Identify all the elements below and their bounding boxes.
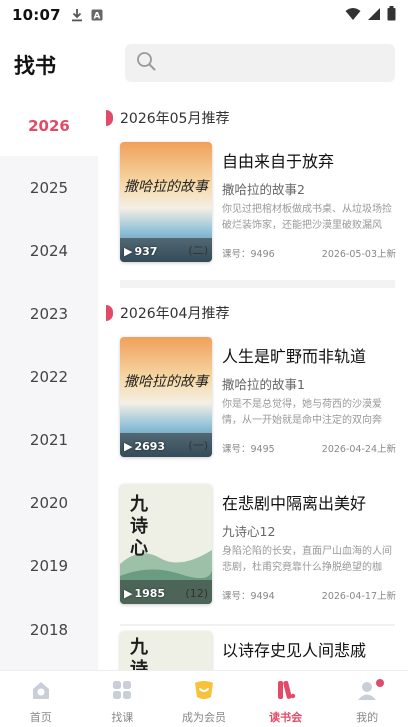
lesson-number: 课号：9495 — [222, 444, 275, 455]
month-marker — [106, 110, 113, 126]
publish-date: 2026-04-17上新 — [321, 591, 396, 602]
nav-label: 找课 — [111, 711, 134, 724]
book-description: 你是不是总觉得，她与荷西的沙漠爱情，从一开始就是命中注定的双向奔赴… — [222, 399, 382, 426]
nav-courses[interactable]: 找课 — [82, 671, 164, 727]
home-icon — [30, 679, 52, 705]
book-cover[interactable]: 撒哈拉的故事 ▶ 2693 (一) — [120, 337, 212, 457]
book-club-icon — [275, 679, 297, 705]
notification-badge — [375, 679, 384, 687]
book-title: 人生是旷野而非轨道 — [222, 347, 367, 366]
month-title: 2026年04月推荐 — [120, 306, 230, 322]
month-header: 2026年04月推荐 — [98, 301, 229, 325]
play-icon: ▶ — [124, 587, 133, 600]
play-count: ▶ 937 — [124, 245, 158, 258]
book-description: 你见过把棺材板做成书桌、从垃圾场捡破烂装饰家，还能把沙漠里破败漏风的… — [222, 204, 392, 231]
year-item-2025[interactable]: 2025 — [0, 158, 98, 218]
lesson-number: 课号：9496 — [222, 249, 275, 260]
publish-date: 2026-04-24上新 — [321, 444, 396, 455]
book-meta: 课号：9496 2026-05-03上新 — [222, 246, 396, 260]
status-time: 10:07 — [12, 6, 61, 24]
svg-text:A: A — [93, 12, 100, 22]
lesson-number: 课号：9494 — [222, 591, 275, 602]
year-item-2024[interactable]: 2024 — [0, 221, 98, 281]
year-item-2023[interactable]: 2023 — [0, 284, 98, 344]
download-icon — [71, 8, 83, 22]
nav-label: 我的 — [356, 711, 379, 724]
book-cover[interactable]: 九诗 — [120, 631, 212, 670]
search-input[interactable] — [125, 44, 395, 82]
book-title: 在悲剧中隔离出美好 — [222, 494, 367, 513]
volume-label: (一) — [188, 439, 208, 452]
book-meta: 课号：9495 2026-04-24上新 — [222, 441, 396, 455]
nav-profile[interactable]: 我的 — [326, 671, 408, 727]
book-card[interactable]: 九诗 以诗存史见人间悲戚 — [120, 631, 400, 670]
play-icon: ▶ — [124, 245, 133, 258]
year-sidebar: 2026 2025 2024 2023 2022 2021 2020 2019 … — [0, 96, 98, 670]
play-count: ▶ 2693 — [124, 440, 166, 453]
nav-label: 成为会员 — [181, 711, 226, 724]
battery-icon — [387, 6, 396, 25]
volume-label: (二) — [188, 244, 208, 257]
grid-icon — [111, 679, 133, 705]
year-item-2026[interactable]: 2026 — [0, 96, 98, 156]
year-item-2019[interactable]: 2019 — [0, 536, 98, 596]
status-bar: 10:07 A — [0, 0, 408, 30]
nav-label: 首页 — [29, 711, 52, 724]
book-card[interactable]: 撒哈拉的故事 ▶ 2693 (一) 人生是旷野而非轨道 撒哈拉的故事1 你是不是… — [120, 337, 400, 461]
cover-title: 撒哈拉的故事 — [124, 374, 208, 390]
divider — [120, 280, 395, 288]
book-subtitle: 撒哈拉的故事1 — [222, 377, 305, 392]
book-title: 自由来自于放弃 — [222, 152, 335, 171]
book-subtitle: 九诗心12 — [222, 524, 276, 539]
wifi-icon — [345, 6, 361, 25]
month-title: 2026年05月推荐 — [120, 111, 230, 127]
nav-home[interactable]: 首页 — [0, 671, 82, 727]
play-icon: ▶ — [124, 440, 133, 453]
year-item-2022[interactable]: 2022 — [0, 347, 98, 407]
book-card[interactable]: 撒哈拉的故事 ▶ 937 (二) 自由来自于放弃 撒哈拉的故事2 你见过把棺材板… — [120, 142, 400, 266]
book-meta: 课号：9494 2026-04-17上新 — [222, 588, 396, 602]
book-cover[interactable]: 撒哈拉的故事 ▶ 937 (二) — [120, 142, 212, 262]
book-title: 以诗存史见人间悲戚 — [222, 641, 367, 660]
book-cover[interactable]: 九诗心 ▶ 1985 (12) — [120, 484, 212, 604]
year-item-2020[interactable]: 2020 — [0, 473, 98, 533]
book-subtitle: 撒哈拉的故事2 — [222, 182, 305, 197]
volume-label: (12) — [185, 587, 208, 600]
book-list: 2026年05月推荐 撒哈拉的故事 ▶ 937 (二) 自由来自于放弃 撒哈拉的… — [98, 96, 408, 670]
bottom-nav: 首页 找课 成为会员 读书会 我的 — [0, 670, 408, 727]
nav-book-club[interactable]: 读书会 — [245, 671, 327, 727]
month-marker — [106, 305, 113, 321]
cover-title: 九诗心 — [130, 494, 148, 559]
vip-icon — [192, 679, 216, 705]
year-item-2021[interactable]: 2021 — [0, 410, 98, 470]
a-icon: A — [91, 9, 103, 21]
nav-label: 读书会 — [269, 711, 303, 724]
month-header: 2026年05月推荐 — [98, 106, 229, 130]
search-icon — [136, 51, 156, 75]
header: 找书 — [0, 40, 408, 88]
year-item-2018[interactable]: 2018 — [0, 600, 98, 660]
divider — [120, 624, 395, 626]
book-description: 身陷沦陷的长安，直面尸山血海的人间悲剧，杜甫究竟靠什么挣脱绝望的枷锁… — [222, 546, 392, 573]
book-card[interactable]: 九诗心 ▶ 1985 (12) 在悲剧中隔离出美好 九诗心12 身陷沦陷的长安，… — [120, 484, 400, 608]
profile-icon — [356, 679, 378, 705]
nav-vip[interactable]: 成为会员 — [163, 671, 245, 727]
publish-date: 2026-05-03上新 — [321, 249, 396, 260]
play-count: ▶ 1985 — [124, 587, 166, 600]
signal-icon — [367, 6, 381, 25]
page-title: 找书 — [14, 54, 56, 78]
cover-title: 撒哈拉的故事 — [124, 179, 208, 195]
cover-title: 九诗 — [130, 637, 148, 670]
